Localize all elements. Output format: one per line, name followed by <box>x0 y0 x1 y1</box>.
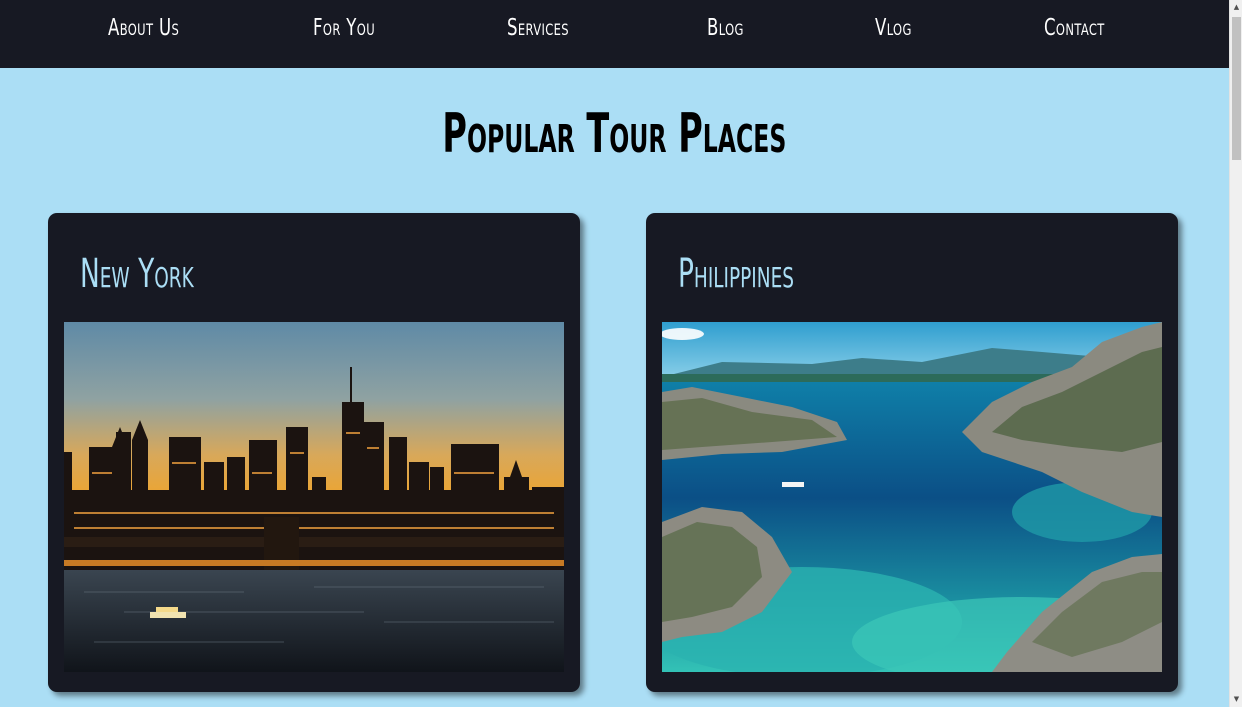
page-title-text: Popular Tour Places <box>442 102 787 165</box>
arrow-up-icon[interactable]: ▲ <box>1230 0 1242 15</box>
nav-link-for-you[interactable]: For You <box>313 15 375 41</box>
scrollbar-thumb[interactable] <box>1232 17 1241 160</box>
nav-link-vlog[interactable]: Vlog <box>875 15 912 41</box>
new-york-skyline-photo <box>64 322 564 672</box>
tour-card-philippines[interactable]: Philippines <box>646 213 1178 692</box>
card-title: Philippines <box>678 251 794 297</box>
top-navbar: About Us For You Services Blog Vlog Cont… <box>0 0 1229 68</box>
nav-link-blog[interactable]: Blog <box>707 15 744 41</box>
tour-card-new-york[interactable]: New York <box>48 213 580 692</box>
nav-link-contact[interactable]: Contact <box>1044 15 1105 41</box>
philippines-lagoon-photo <box>662 322 1162 672</box>
card-title: New York <box>80 251 194 297</box>
vertical-scrollbar[interactable]: ▲ ▼ <box>1229 0 1242 707</box>
nav-link-services[interactable]: Services <box>507 15 569 41</box>
arrow-down-icon[interactable]: ▼ <box>1230 692 1242 707</box>
page-title: Popular Tour Places <box>0 98 1229 170</box>
nav-link-about-us[interactable]: About Us <box>108 15 179 41</box>
